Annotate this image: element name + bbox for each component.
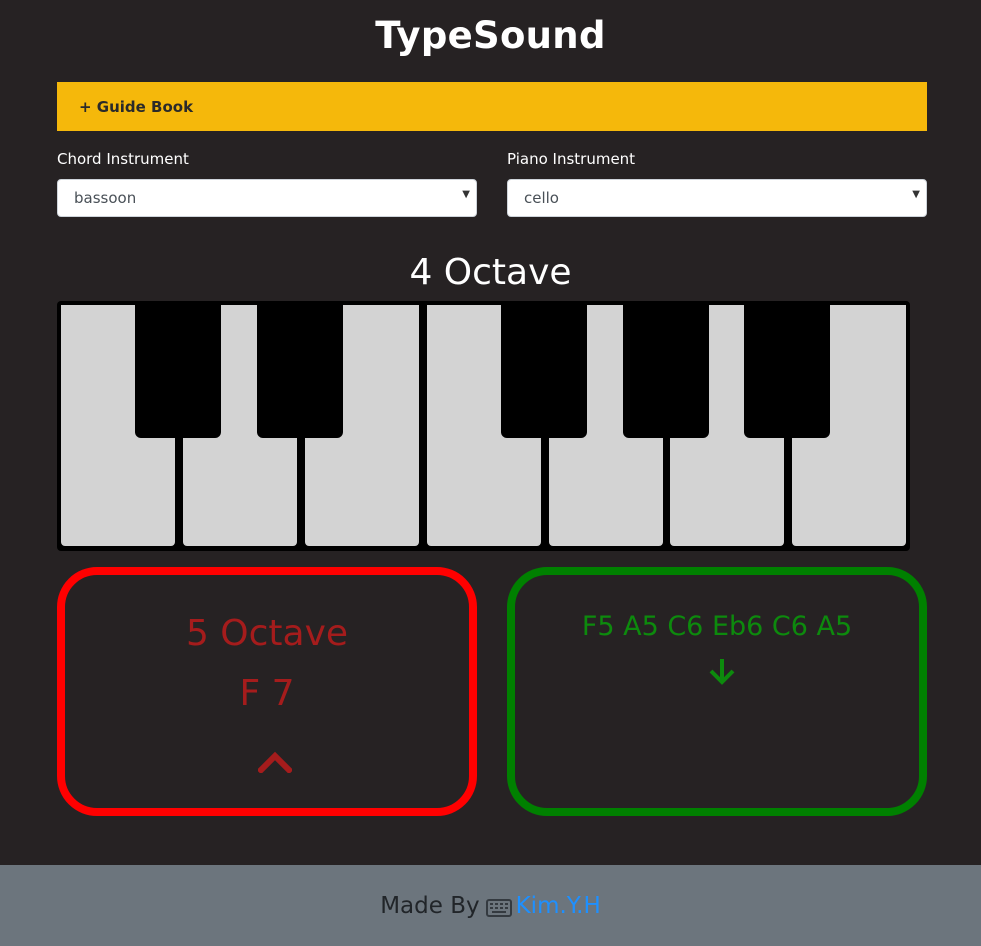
keyboard-icon	[485, 898, 512, 917]
chord-instrument-group: Chord Instrument bassoon ▼	[57, 148, 477, 217]
notes-panel-notes: F5 A5 C6 Eb6 C6 A5	[581, 611, 853, 642]
black-key-a-sharp[interactable]	[744, 301, 830, 438]
piano-instrument-label: Piano Instrument	[507, 150, 636, 168]
chord-instrument-value: bassoon	[74, 189, 137, 207]
chevron-up-icon	[258, 751, 292, 773]
black-key-d-sharp[interactable]	[257, 301, 343, 438]
piano-instrument-group: Piano Instrument cello ▼	[507, 148, 927, 217]
black-key-f-sharp[interactable]	[501, 301, 587, 438]
piano-instrument-value: cello	[524, 189, 559, 207]
footer-made-by: Made By	[380, 892, 480, 919]
notes-panel: F5 A5 C6 Eb6 C6 A5	[507, 567, 927, 816]
black-key-c-sharp[interactable]	[135, 301, 221, 438]
piano-keyboard	[57, 301, 910, 551]
caret-down-icon: ▼	[912, 189, 920, 200]
author-link[interactable]: Kim.Y.H	[516, 893, 601, 919]
chord-instrument-select[interactable]: bassoon ▼	[57, 179, 477, 217]
app-title: TypeSound	[375, 14, 606, 57]
chord-panel: 5 Octave F 7	[57, 567, 477, 816]
chord-instrument-label: Chord Instrument	[57, 150, 189, 168]
chord-panel-chord: F 7	[239, 673, 295, 714]
octave-heading: 4 Octave	[409, 252, 572, 293]
footer: Made By Kim.Y.H	[0, 865, 981, 946]
piano-instrument-select[interactable]: cello ▼	[507, 179, 927, 217]
guide-book-toggle[interactable]: + Guide Book	[57, 82, 927, 131]
chord-panel-octave: 5 Octave	[185, 613, 349, 654]
arrow-down-icon	[709, 659, 735, 685]
guide-book-label: + Guide Book	[79, 97, 194, 116]
caret-down-icon: ▼	[462, 189, 470, 200]
black-key-g-sharp[interactable]	[623, 301, 709, 438]
